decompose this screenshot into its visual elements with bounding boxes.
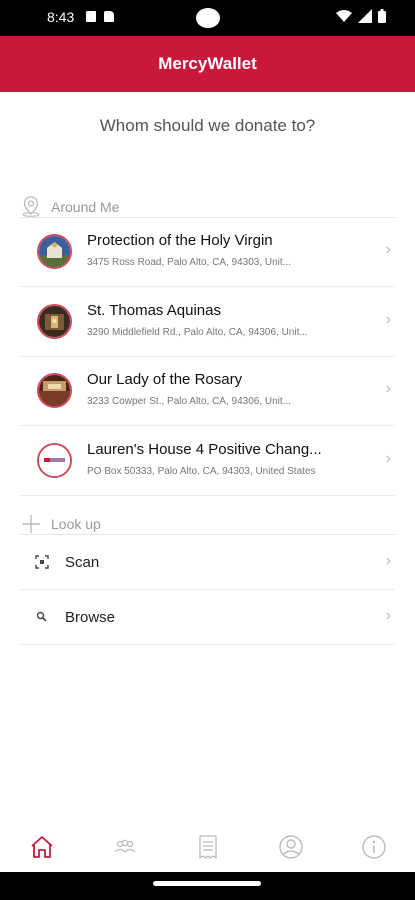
- place-thumbnail: [37, 443, 72, 478]
- nav-info[interactable]: [354, 827, 394, 867]
- app-title: MercyWallet: [158, 54, 257, 73]
- place-thumbnail: [37, 234, 72, 269]
- place-row[interactable]: Lauren's House 4 Positive Chang... PO Bo…: [20, 426, 395, 496]
- place-name: St. Thomas Aquinas: [87, 302, 221, 319]
- bottom-navigation: [0, 822, 415, 872]
- place-row[interactable]: Protection of the Holy Virgin 3475 Ross …: [20, 217, 395, 287]
- nav-profile[interactable]: [271, 827, 311, 867]
- profile-icon: [278, 835, 303, 859]
- place-name: Lauren's House 4 Positive Chang...: [87, 441, 322, 458]
- place-thumbnail: [37, 373, 72, 408]
- chevron-right-icon: ›: [385, 552, 391, 569]
- battery-icon: [378, 9, 386, 23]
- browse-row[interactable]: Browse ›: [20, 590, 395, 645]
- status-bar: 8:43: [0, 0, 415, 36]
- scan-label: Scan: [65, 554, 100, 571]
- place-address: 3475 Ross Road, Palo Alto, CA, 94303, Un…: [87, 257, 292, 268]
- system-gesture-area: [0, 872, 415, 900]
- place-row[interactable]: St. Thomas Aquinas 3290 Middlefield Rd.,…: [20, 287, 395, 357]
- wifi-icon: [336, 10, 352, 22]
- location-pin-icon: [22, 196, 40, 217]
- gesture-handle[interactable]: [153, 881, 261, 886]
- camera-cutout: [196, 8, 220, 28]
- plus-icon: [22, 515, 40, 533]
- chevron-right-icon: ›: [385, 241, 391, 258]
- chevron-right-icon: ›: [385, 450, 391, 467]
- place-address: 3233 Cowper St., Palo Alto, CA, 94306, U…: [87, 396, 292, 407]
- look-up-header: Look up: [20, 512, 395, 535]
- scan-row[interactable]: Scan ›: [20, 535, 395, 590]
- signal-icon: [358, 9, 372, 23]
- chevron-right-icon: ›: [385, 311, 391, 328]
- place-row[interactable]: Our Lady of the Rosary 3233 Cowper St., …: [20, 356, 395, 426]
- nav-home[interactable]: [22, 827, 62, 867]
- search-icon: [36, 611, 47, 622]
- notification-icon: [86, 11, 96, 22]
- nav-groups[interactable]: [105, 827, 145, 867]
- status-time: 8:43: [47, 9, 75, 25]
- donate-prompt: Whom should we donate to?: [99, 116, 316, 135]
- place-name: Protection of the Holy Virgin: [87, 232, 273, 249]
- place-address: 3290 Middlefield Rd., Palo Alto, CA, 943…: [87, 327, 308, 338]
- browse-label: Browse: [65, 609, 116, 626]
- look-up-label: Look up: [51, 516, 101, 532]
- place-thumbnail: [37, 304, 72, 339]
- chevron-right-icon: ›: [385, 607, 391, 624]
- scan-icon: [35, 555, 49, 569]
- around-me-header: Around Me: [20, 195, 395, 218]
- sim-card-icon: [104, 11, 114, 22]
- chevron-right-icon: ›: [385, 380, 391, 397]
- place-address: PO Box 50333, Palo Alto, CA, 94303, Unit…: [87, 466, 316, 477]
- home-icon: [30, 836, 53, 858]
- around-me-label: Around Me: [51, 199, 120, 215]
- info-icon: [361, 835, 386, 859]
- place-name: Our Lady of the Rosary: [87, 371, 243, 388]
- receipt-icon: [198, 835, 217, 860]
- groups-icon: [114, 839, 135, 853]
- nav-receipts[interactable]: [188, 827, 228, 867]
- app-bar: MercyWallet: [0, 36, 415, 92]
